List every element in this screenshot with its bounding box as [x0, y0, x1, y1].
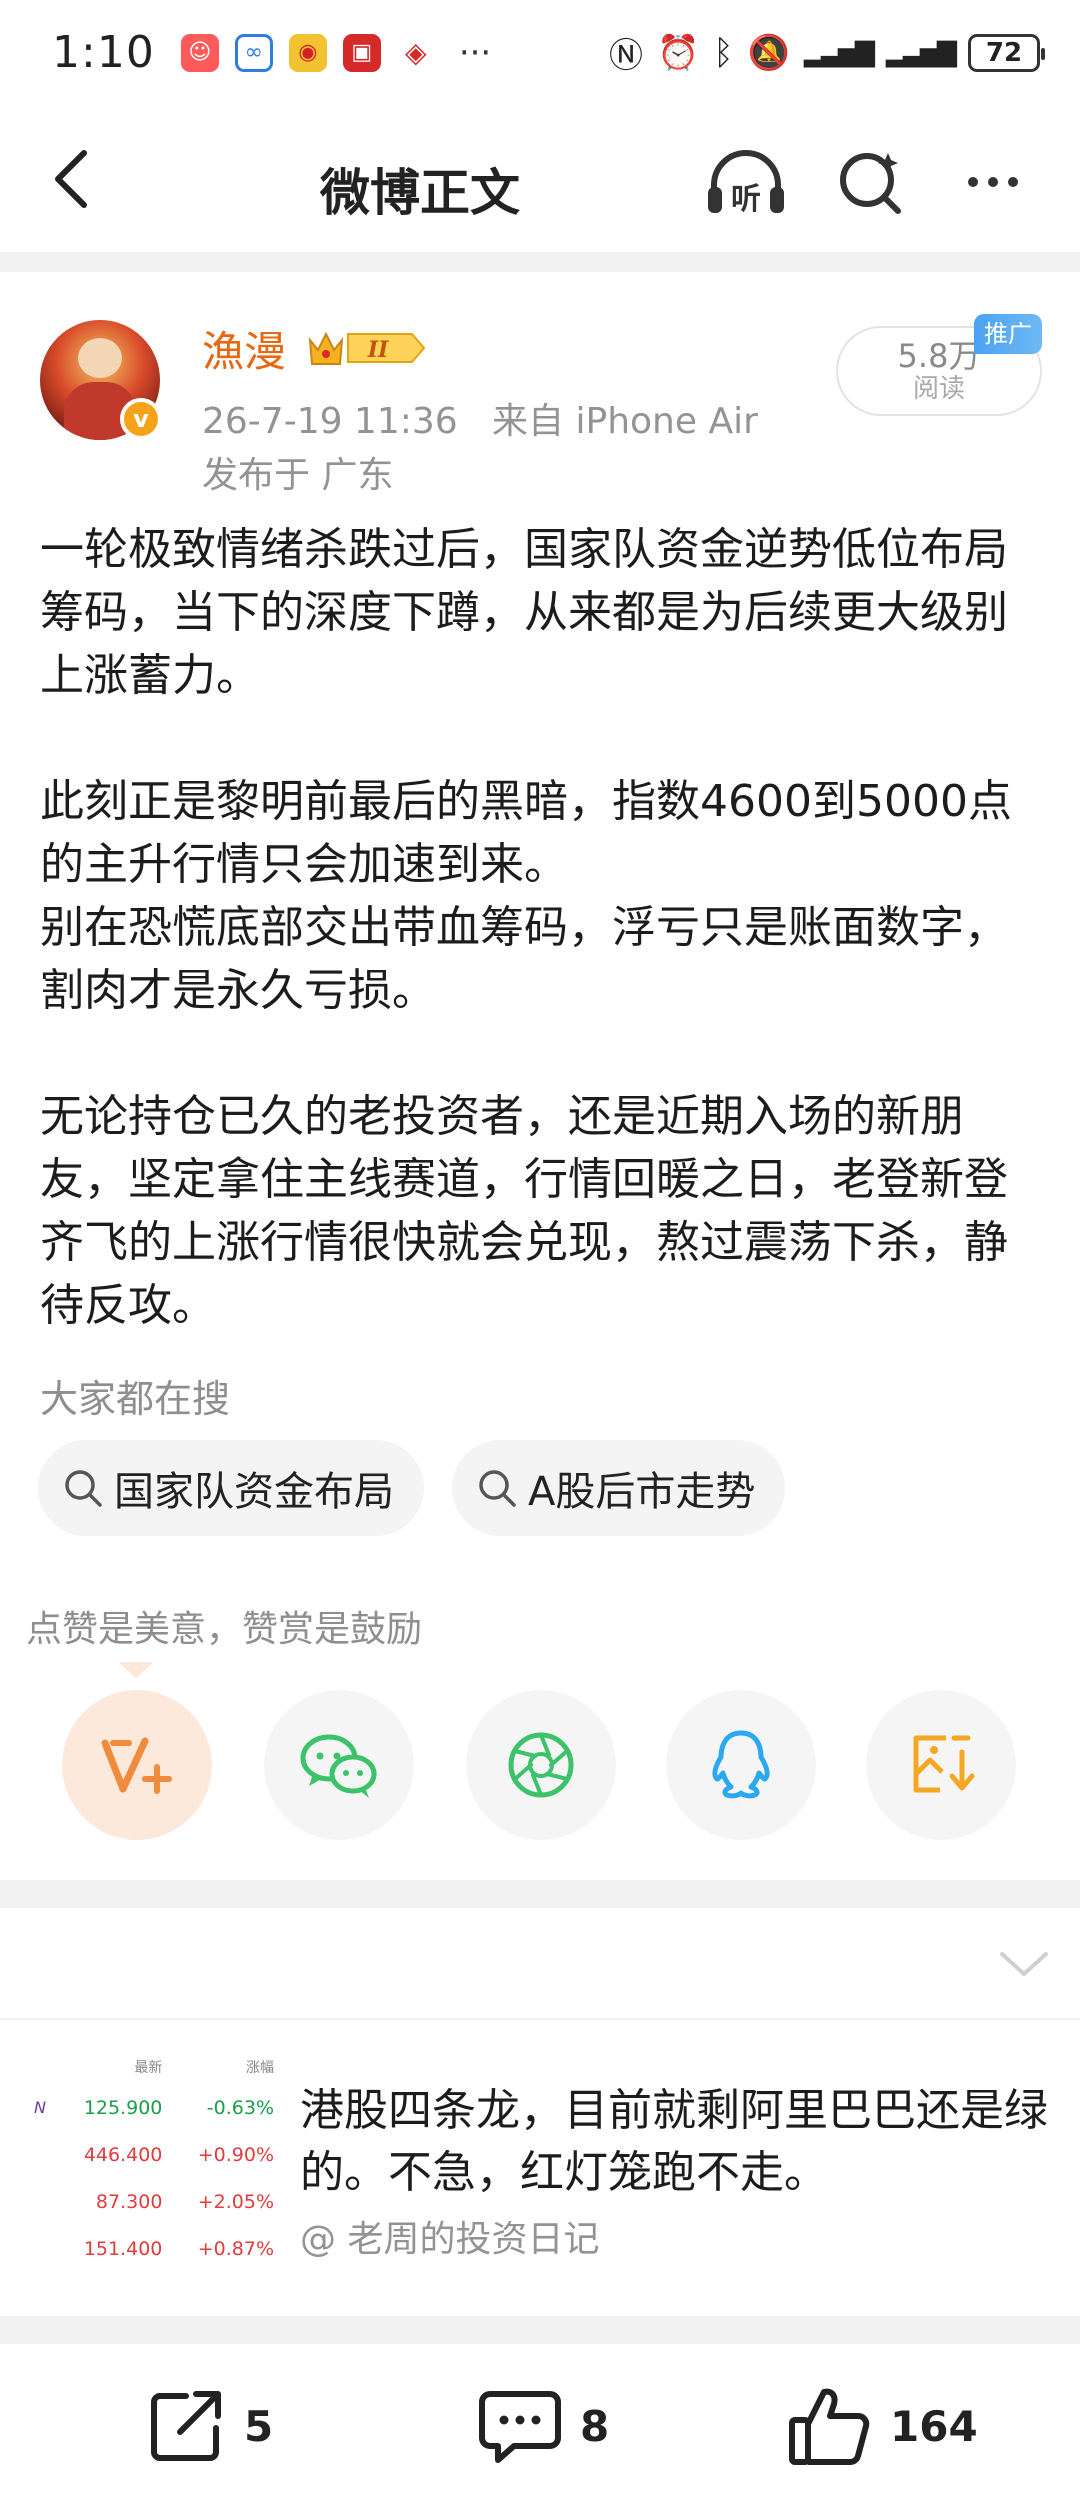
search-icon [479, 1470, 516, 1507]
post-source: 来自 iPhone Air [492, 401, 758, 442]
securities-notification-icon: ▣ [342, 33, 381, 72]
post-location: 发布于 广东 [202, 455, 394, 496]
bluetooth-icon: ᛒ [713, 32, 734, 73]
bottom-action-bar: 5 8 164 [0, 2344, 1080, 2504]
card-divider [0, 2018, 1080, 2020]
collapse-chevron-icon[interactable] [996, 1946, 1052, 1982]
qq-icon [712, 1730, 770, 1799]
nav-bar: 微博正文 听 [0, 105, 1080, 255]
post-paragraph: 此刻正是黎明前最后的黑暗，指数4600到5000点的主升行情只会加速到来。 [40, 776, 1012, 890]
browser-notification-icon: ∞ [234, 33, 273, 72]
thumb-change: -0.63% [206, 2096, 274, 2119]
verified-badge-icon: v [120, 398, 162, 440]
more-dots-icon [968, 177, 978, 187]
thumb-change: +0.90% [197, 2143, 274, 2166]
reward-button[interactable] [62, 1690, 212, 1840]
thumb-price: 87.300 [95, 2190, 163, 2213]
thumb-change: +2.05% [197, 2190, 274, 2213]
battery-icon: 72 [968, 33, 1045, 72]
mute-icon: 🔕 [747, 32, 791, 73]
thumb-change: +0.87% [197, 2237, 274, 2260]
post-paragraph: 别在恐慌底部交出带血筹码，浮亏只是账面数字，割肉才是永久亏损。 [40, 902, 1008, 1016]
svg-text:II: II [367, 337, 389, 363]
reward-v-icon [101, 1737, 172, 1794]
search-button[interactable] [836, 147, 906, 217]
status-app-icons: ☺ ∞ ◉ ▣ ◈ ··· [180, 32, 492, 73]
recommendation-text[interactable]: 港股四条龙，目前就剩阿里巴巴还是绿的。不急，红灯笼跑不走。 [300, 2080, 1060, 2204]
hint-arrow [118, 1662, 154, 1678]
more-notifications-icon: ··· [458, 32, 492, 73]
signal-1-icon: ▂▃▅▇ [804, 37, 875, 68]
thumb-price: 151.400 [83, 2237, 163, 2260]
status-time: 1:10 [52, 27, 155, 78]
thumbs-up-icon [789, 2388, 870, 2465]
like-button[interactable]: 164 [788, 2384, 978, 2468]
status-bar: 1:10 ☺ ∞ ◉ ▣ ◈ ··· Ⓝ ⏰ ᛒ 🔕 ▂▃▅▇ ▂▃▅▇ 72 [0, 0, 1080, 105]
bank-notification-icon: ◈ [396, 33, 435, 72]
comment-button[interactable]: 8 [478, 2384, 609, 2468]
alarm-icon: ⏰ [656, 32, 700, 73]
nfc-icon: Ⓝ [608, 36, 643, 76]
svg-text:听: 听 [731, 182, 761, 217]
weibo-notification-icon: ◉ [288, 33, 327, 72]
moments-icon [508, 1732, 574, 1798]
headphones-icon: 听 [708, 150, 784, 217]
thumb-header: 涨幅 [246, 2060, 274, 2076]
section-divider [0, 252, 1080, 272]
post-paragraph: 一轮极致情绪杀跌过后，国家队资金逆势低位布局筹码，当下的深度下蹲，从来都是为后续… [40, 524, 1008, 701]
trending-title: 大家都在搜 [40, 1377, 231, 1421]
username[interactable]: 漁漫 [202, 318, 286, 379]
save-image-button[interactable] [866, 1690, 1016, 1840]
chevron-left-icon [55, 150, 87, 208]
trending-chip[interactable]: A股后市走势 [452, 1440, 786, 1536]
save-image-icon [913, 1735, 975, 1793]
section-divider [0, 2316, 1080, 2344]
comment-icon [479, 2391, 561, 2463]
share-wechat-button[interactable] [264, 1690, 414, 1840]
post-paragraph: 无论持仓已久的老投资者，还是近期入场的新朋友，坚定拿住主线赛道，行情回暖之日，老… [40, 1091, 1008, 1331]
search-icon [65, 1470, 102, 1507]
back-button[interactable] [40, 149, 100, 209]
thumb-header: 最新 [134, 2060, 163, 2076]
recommendation-thumbnail[interactable]: 最新 涨幅 N 125.900 -0.63% 446.400 +0.90% 87… [28, 2050, 288, 2280]
comment-count: 8 [580, 2401, 610, 2451]
wechat-icon [300, 1734, 377, 1798]
app-notification-icon: ☺ [180, 33, 219, 72]
signal-2-icon: ▂▃▅▇ [886, 37, 957, 68]
like-count: 164 [890, 2401, 978, 2451]
trending-chip-label: 国家队资金布局 [114, 1469, 394, 1515]
search-icon [840, 153, 901, 214]
post-meta: 26-7-19 11:36 来自 iPhone Air [202, 392, 758, 444]
post-timestamp: 26-7-19 11:36 [202, 401, 458, 442]
post-body: 一轮极致情绪杀跌过后，国家队资金逆势低位布局筹码，当下的深度下蹲，从来都是为后续… [40, 518, 1040, 1337]
section-divider [0, 1880, 1080, 1908]
repost-button[interactable]: 5 [146, 2384, 273, 2468]
thumb-mark: N [34, 2098, 46, 2117]
trending-chip[interactable]: 国家队资金布局 [38, 1440, 424, 1536]
recommendation-author[interactable]: @ 老周的投资日记 [300, 2210, 599, 2262]
more-options-button[interactable] [958, 147, 1028, 217]
status-indicators: Ⓝ ⏰ ᛒ 🔕 ▂▃▅▇ ▂▃▅▇ 72 [608, 28, 1045, 77]
repost-icon [151, 2391, 221, 2461]
vip-crown-badge-icon: II [308, 331, 426, 365]
page-title: 微博正文 [320, 164, 520, 222]
reward-hint: 点赞是美意，赞赏是鼓励 [26, 1609, 423, 1650]
share-qq-button[interactable] [666, 1690, 816, 1840]
thumb-price: 125.900 [83, 2096, 163, 2119]
repost-count: 5 [244, 2401, 274, 2451]
listen-button[interactable]: 听 [704, 147, 788, 217]
share-moments-button[interactable] [466, 1690, 616, 1840]
reads-label: 阅读 [912, 374, 965, 404]
thumb-price: 446.400 [83, 2143, 163, 2166]
promo-tag: 推广 [974, 314, 1042, 354]
trending-chip-label: A股后市走势 [528, 1469, 756, 1515]
